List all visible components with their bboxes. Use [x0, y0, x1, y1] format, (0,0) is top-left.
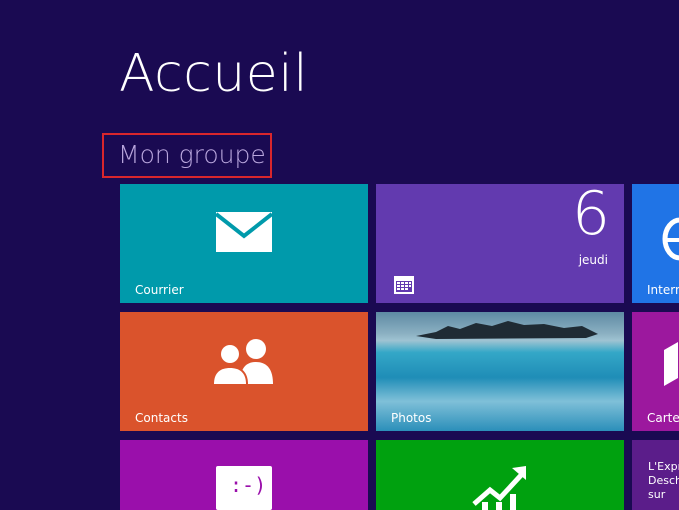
calendar-icon — [394, 276, 414, 294]
tile-contacts[interactable]: Contacts — [120, 312, 368, 431]
tile-photos[interactable]: Photos — [376, 312, 624, 431]
tile-contacts-label: Contacts — [135, 411, 188, 425]
mail-icon — [216, 212, 272, 252]
page-title: Accueil — [119, 44, 309, 104]
tile-maps[interactable]: Cartes — [632, 312, 679, 431]
internet-explorer-icon — [662, 217, 679, 261]
messaging-emoticon: :-) — [230, 473, 267, 497]
chart-up-icon — [472, 466, 526, 510]
tile-maps-label: Cartes — [647, 411, 679, 425]
people-icon — [212, 339, 273, 384]
tile-news[interactable]: L'Expr Desch sur — [632, 440, 679, 510]
tile-calendar[interactable]: 6 jeudi — [376, 184, 624, 303]
news-line: Desch — [648, 474, 679, 487]
tile-photos-label: Photos — [391, 411, 432, 425]
news-headline: L'Expr Desch sur — [648, 460, 679, 502]
tile-messaging[interactable]: :-) — [120, 440, 368, 510]
group-name[interactable]: Mon groupe — [118, 141, 266, 169]
news-line: sur — [648, 488, 666, 501]
calendar-day-number: 6 — [571, 184, 610, 249]
tile-mail[interactable]: Courrier — [120, 184, 368, 303]
tile-ie-label: Intern — [647, 283, 679, 297]
tile-finance[interactable] — [376, 440, 624, 510]
tile-internet-explorer[interactable]: Intern — [632, 184, 679, 303]
tile-mail-label: Courrier — [135, 283, 184, 297]
news-line: L'Expr — [648, 460, 679, 473]
photo-rocks — [416, 321, 598, 339]
calendar-day-name: jeudi — [578, 253, 608, 267]
map-icon — [664, 342, 678, 386]
